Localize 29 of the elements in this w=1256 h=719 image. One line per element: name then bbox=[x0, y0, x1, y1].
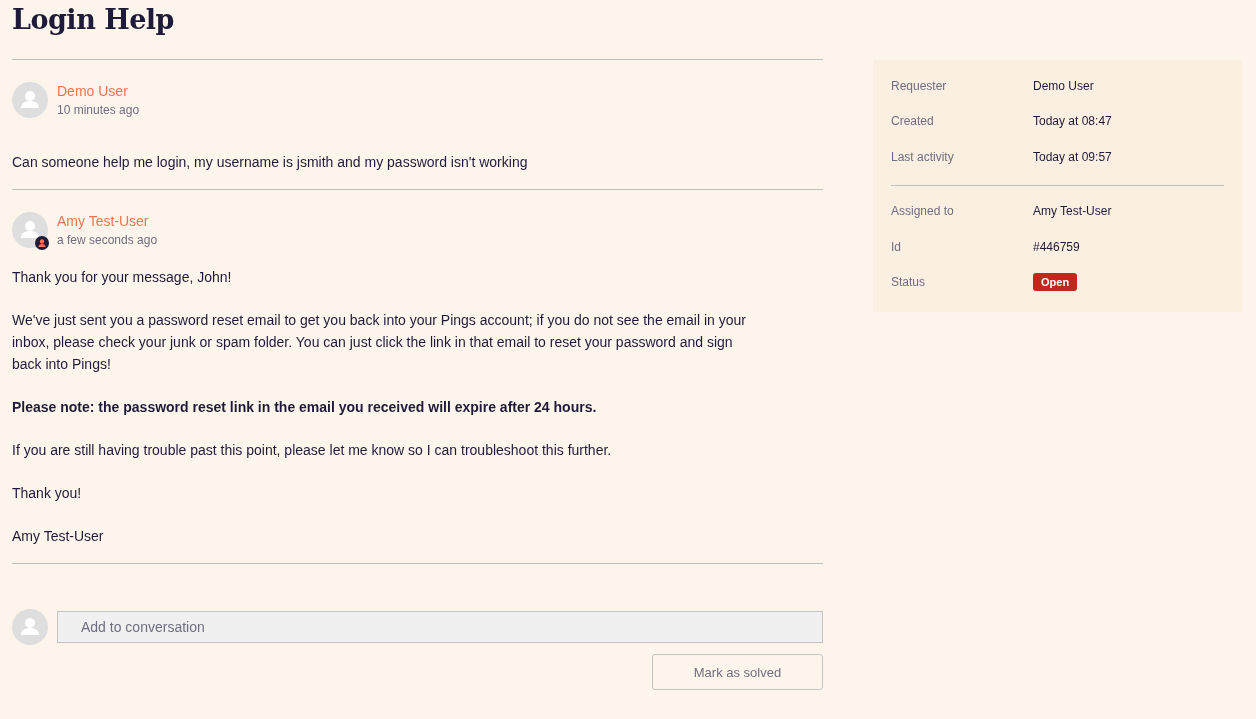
detail-value: #446759 bbox=[1033, 239, 1080, 254]
message-paragraph: Please note: the password reset link in the email you received will expire after 24 hours. bbox=[12, 398, 598, 417]
message-paragraph: Can someone help me login, my username is jsmith and my password isn't working bbox=[12, 153, 529, 172]
reply-field[interactable]: Add to conversation bbox=[57, 611, 823, 643]
detail-label: Last activity bbox=[891, 149, 955, 164]
page-title: Login Help bbox=[12, 3, 175, 37]
message-paragraph: Thank you for your message, John! bbox=[12, 268, 233, 287]
message-time: 10 minutes ago bbox=[57, 103, 140, 117]
detail-value: Demo User bbox=[1033, 78, 1094, 93]
mark-solved-button[interactable]: Mark as solved bbox=[652, 654, 823, 690]
detail-label: Created bbox=[891, 114, 935, 129]
author-name[interactable]: Demo User bbox=[57, 82, 140, 100]
status-badge: Open bbox=[1033, 273, 1078, 292]
detail-label: Requester bbox=[891, 78, 948, 93]
message-paragraph: Thank you! bbox=[12, 484, 83, 503]
detail-label: Assigned to bbox=[891, 204, 955, 219]
message-paragraph: Amy Test-User bbox=[12, 527, 105, 546]
detail-label: Status bbox=[891, 275, 927, 290]
detail-value: Amy Test-User bbox=[1033, 204, 1112, 219]
author-name[interactable]: Amy Test-User bbox=[57, 212, 158, 230]
message-paragraph: We've just sent you a password reset email to get you back into your Pings account; if you do not see the email in your inbox, please check your junk or spam folder. You can just click the link in that email to reset your password and sign back into Pings! bbox=[12, 311, 747, 374]
detail-value: Today at 08:47 bbox=[1033, 114, 1112, 129]
message-time: a few seconds ago bbox=[57, 233, 158, 247]
message-paragraph: If you are still having trouble past this point, please let me know so I can troubleshoot this further. bbox=[12, 441, 613, 460]
avatar-icon bbox=[12, 82, 48, 118]
agent-badge-icon bbox=[35, 236, 49, 250]
avatar-icon bbox=[12, 609, 48, 645]
detail-value: Today at 09:57 bbox=[1033, 149, 1112, 164]
detail-label: Id bbox=[891, 239, 902, 254]
